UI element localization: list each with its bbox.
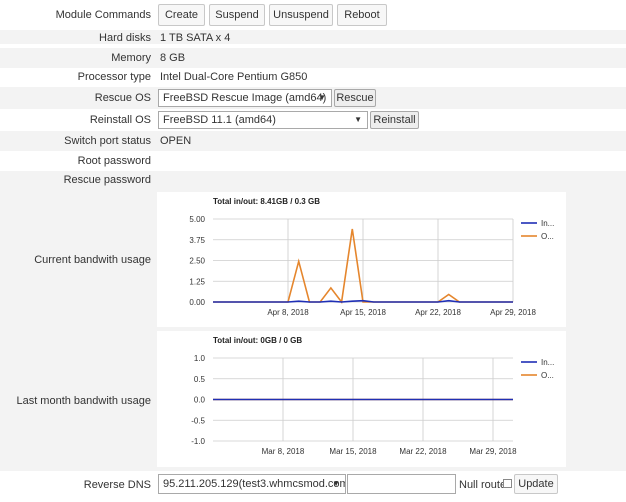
chevron-down-icon: ▼ (318, 93, 326, 102)
memory-value: 8 GB (160, 52, 186, 64)
reboot-button[interactable]: Reboot (337, 4, 387, 26)
y-tick-label: 0.00 (189, 298, 205, 307)
processor-label: Processor type (77, 71, 151, 83)
x-tick-label: Mar 29, 2018 (469, 447, 517, 456)
reinstall-os-row: Reinstall OS FreeBSD 11.1 (amd64) ▼ Rein… (0, 109, 626, 131)
null-route-checkbox[interactable] (503, 479, 512, 488)
chart-title: Total in/out: 8.41GB / 0.3 GB (213, 197, 320, 206)
legend-label: O... (541, 232, 554, 241)
last-month-bandwidth-row: Last month bandwith usage Total in/out: … (0, 329, 626, 471)
rescue-os-label: Rescue OS (94, 92, 151, 104)
x-tick-label: Apr 29, 2018 (490, 308, 536, 317)
switch-port-row: Switch port status OPEN (0, 131, 626, 151)
memory-label: Memory (111, 52, 151, 64)
y-tick-label: -1.0 (191, 437, 205, 446)
current-bandwidth-label: Current bandwith usage (34, 254, 151, 266)
y-tick-label: 1.0 (194, 354, 206, 363)
rescue-os-row: Rescue OS FreeBSD Rescue Image (amd64) ▼… (0, 87, 626, 109)
y-tick-label: 1.25 (189, 277, 205, 286)
hard-disks-value: 1 TB SATA x 4 (160, 32, 231, 44)
root-password-row: Root password (0, 151, 626, 171)
rescue-password-label: Rescue password (63, 174, 151, 186)
hard-disks-row: Hard disks 1 TB SATA x 4 (0, 28, 626, 48)
current-bandwidth-chart: Total in/out: 8.41GB / 0.3 GB 5.00 3.75 2.5… (189, 197, 554, 317)
reverse-dns-label: Reverse DNS (83, 479, 151, 491)
rescue-button[interactable]: Rescue (334, 89, 376, 107)
y-tick-label: 3.75 (189, 236, 205, 245)
chevron-down-icon: ▼ (354, 115, 362, 124)
rescue-password-row: Rescue password (0, 171, 626, 190)
chevron-down-icon: ▼ (332, 479, 340, 488)
y-tick-label: 0.0 (194, 396, 206, 405)
last-month-bandwidth-chart: Total in/out: 0GB / 0 GB 1.0 0.5 0.0 -0.5 -1.… (191, 336, 554, 456)
rescue-os-selected: FreeBSD Rescue Image (amd64) (163, 92, 327, 104)
null-route-label: Null route (459, 479, 507, 491)
reverse-dns-row: Reverse DNS 95.211.205.129(test3.whmcsmo… (0, 471, 626, 499)
unsuspend-button[interactable]: Unsuspend (269, 4, 333, 26)
reinstall-os-label: Reinstall OS (89, 114, 151, 126)
last-month-bandwidth-label: Last month bandwith usage (16, 395, 151, 407)
current-bandwidth-chart-panel: Total in/out: 8.41GB / 0.3 GB 5.00 3.75 2.5… (157, 192, 566, 327)
y-tick-label: -0.5 (191, 416, 205, 425)
root-password-label: Root password (77, 155, 151, 167)
create-button[interactable]: Create (158, 4, 205, 26)
legend-label: O... (541, 371, 554, 380)
hard-disks-label: Hard disks (99, 32, 151, 44)
x-tick-label: Mar 22, 2018 (399, 447, 447, 456)
module-commands-label: Module Commands (55, 9, 151, 21)
x-tick-label: Mar 15, 2018 (329, 447, 377, 456)
legend-label: In... (541, 358, 554, 367)
reinstall-button[interactable]: Reinstall (370, 111, 419, 129)
current-bandwidth-row: Current bandwith usage Total in/out: 8.4… (0, 190, 626, 329)
y-tick-label: 2.50 (189, 257, 205, 266)
suspend-button[interactable]: Suspend (209, 4, 265, 26)
processor-value: Intel Dual-Core Pentium G850 (160, 71, 308, 83)
chart-title: Total in/out: 0GB / 0 GB (213, 336, 302, 345)
switch-port-label: Switch port status (64, 135, 151, 147)
update-button[interactable]: Update (514, 474, 558, 494)
reverse-dns-selected: 95.211.205.129(test3.whmcsmod.com) (163, 478, 346, 490)
x-tick-label: Apr 15, 2018 (340, 308, 386, 317)
switch-port-value: OPEN (160, 135, 192, 147)
x-tick-label: Apr 8, 2018 (267, 308, 309, 317)
y-tick-label: 0.5 (194, 375, 206, 384)
processor-row: Processor type Intel Dual-Core Pentium G… (0, 68, 626, 88)
x-tick-label: Mar 8, 2018 (262, 447, 305, 456)
rescue-os-select[interactable]: FreeBSD Rescue Image (amd64) ▼ (158, 89, 332, 107)
memory-row: Memory 8 GB (0, 48, 626, 68)
legend-label: In... (541, 219, 554, 228)
reinstall-os-select[interactable]: FreeBSD 11.1 (amd64) ▼ (158, 111, 368, 129)
reverse-dns-input[interactable] (347, 474, 456, 494)
last-month-bandwidth-chart-panel: Total in/out: 0GB / 0 GB 1.0 0.5 0.0 -0.5 -1.… (157, 331, 566, 467)
reinstall-os-selected: FreeBSD 11.1 (amd64) (163, 114, 276, 126)
module-commands-row: Module Commands Create Suspend Unsuspend… (0, 0, 626, 30)
x-tick-label: Apr 22, 2018 (415, 308, 461, 317)
y-tick-label: 5.00 (189, 215, 205, 224)
reverse-dns-select[interactable]: 95.211.205.129(test3.whmcsmod.com) ▼ (158, 474, 346, 494)
